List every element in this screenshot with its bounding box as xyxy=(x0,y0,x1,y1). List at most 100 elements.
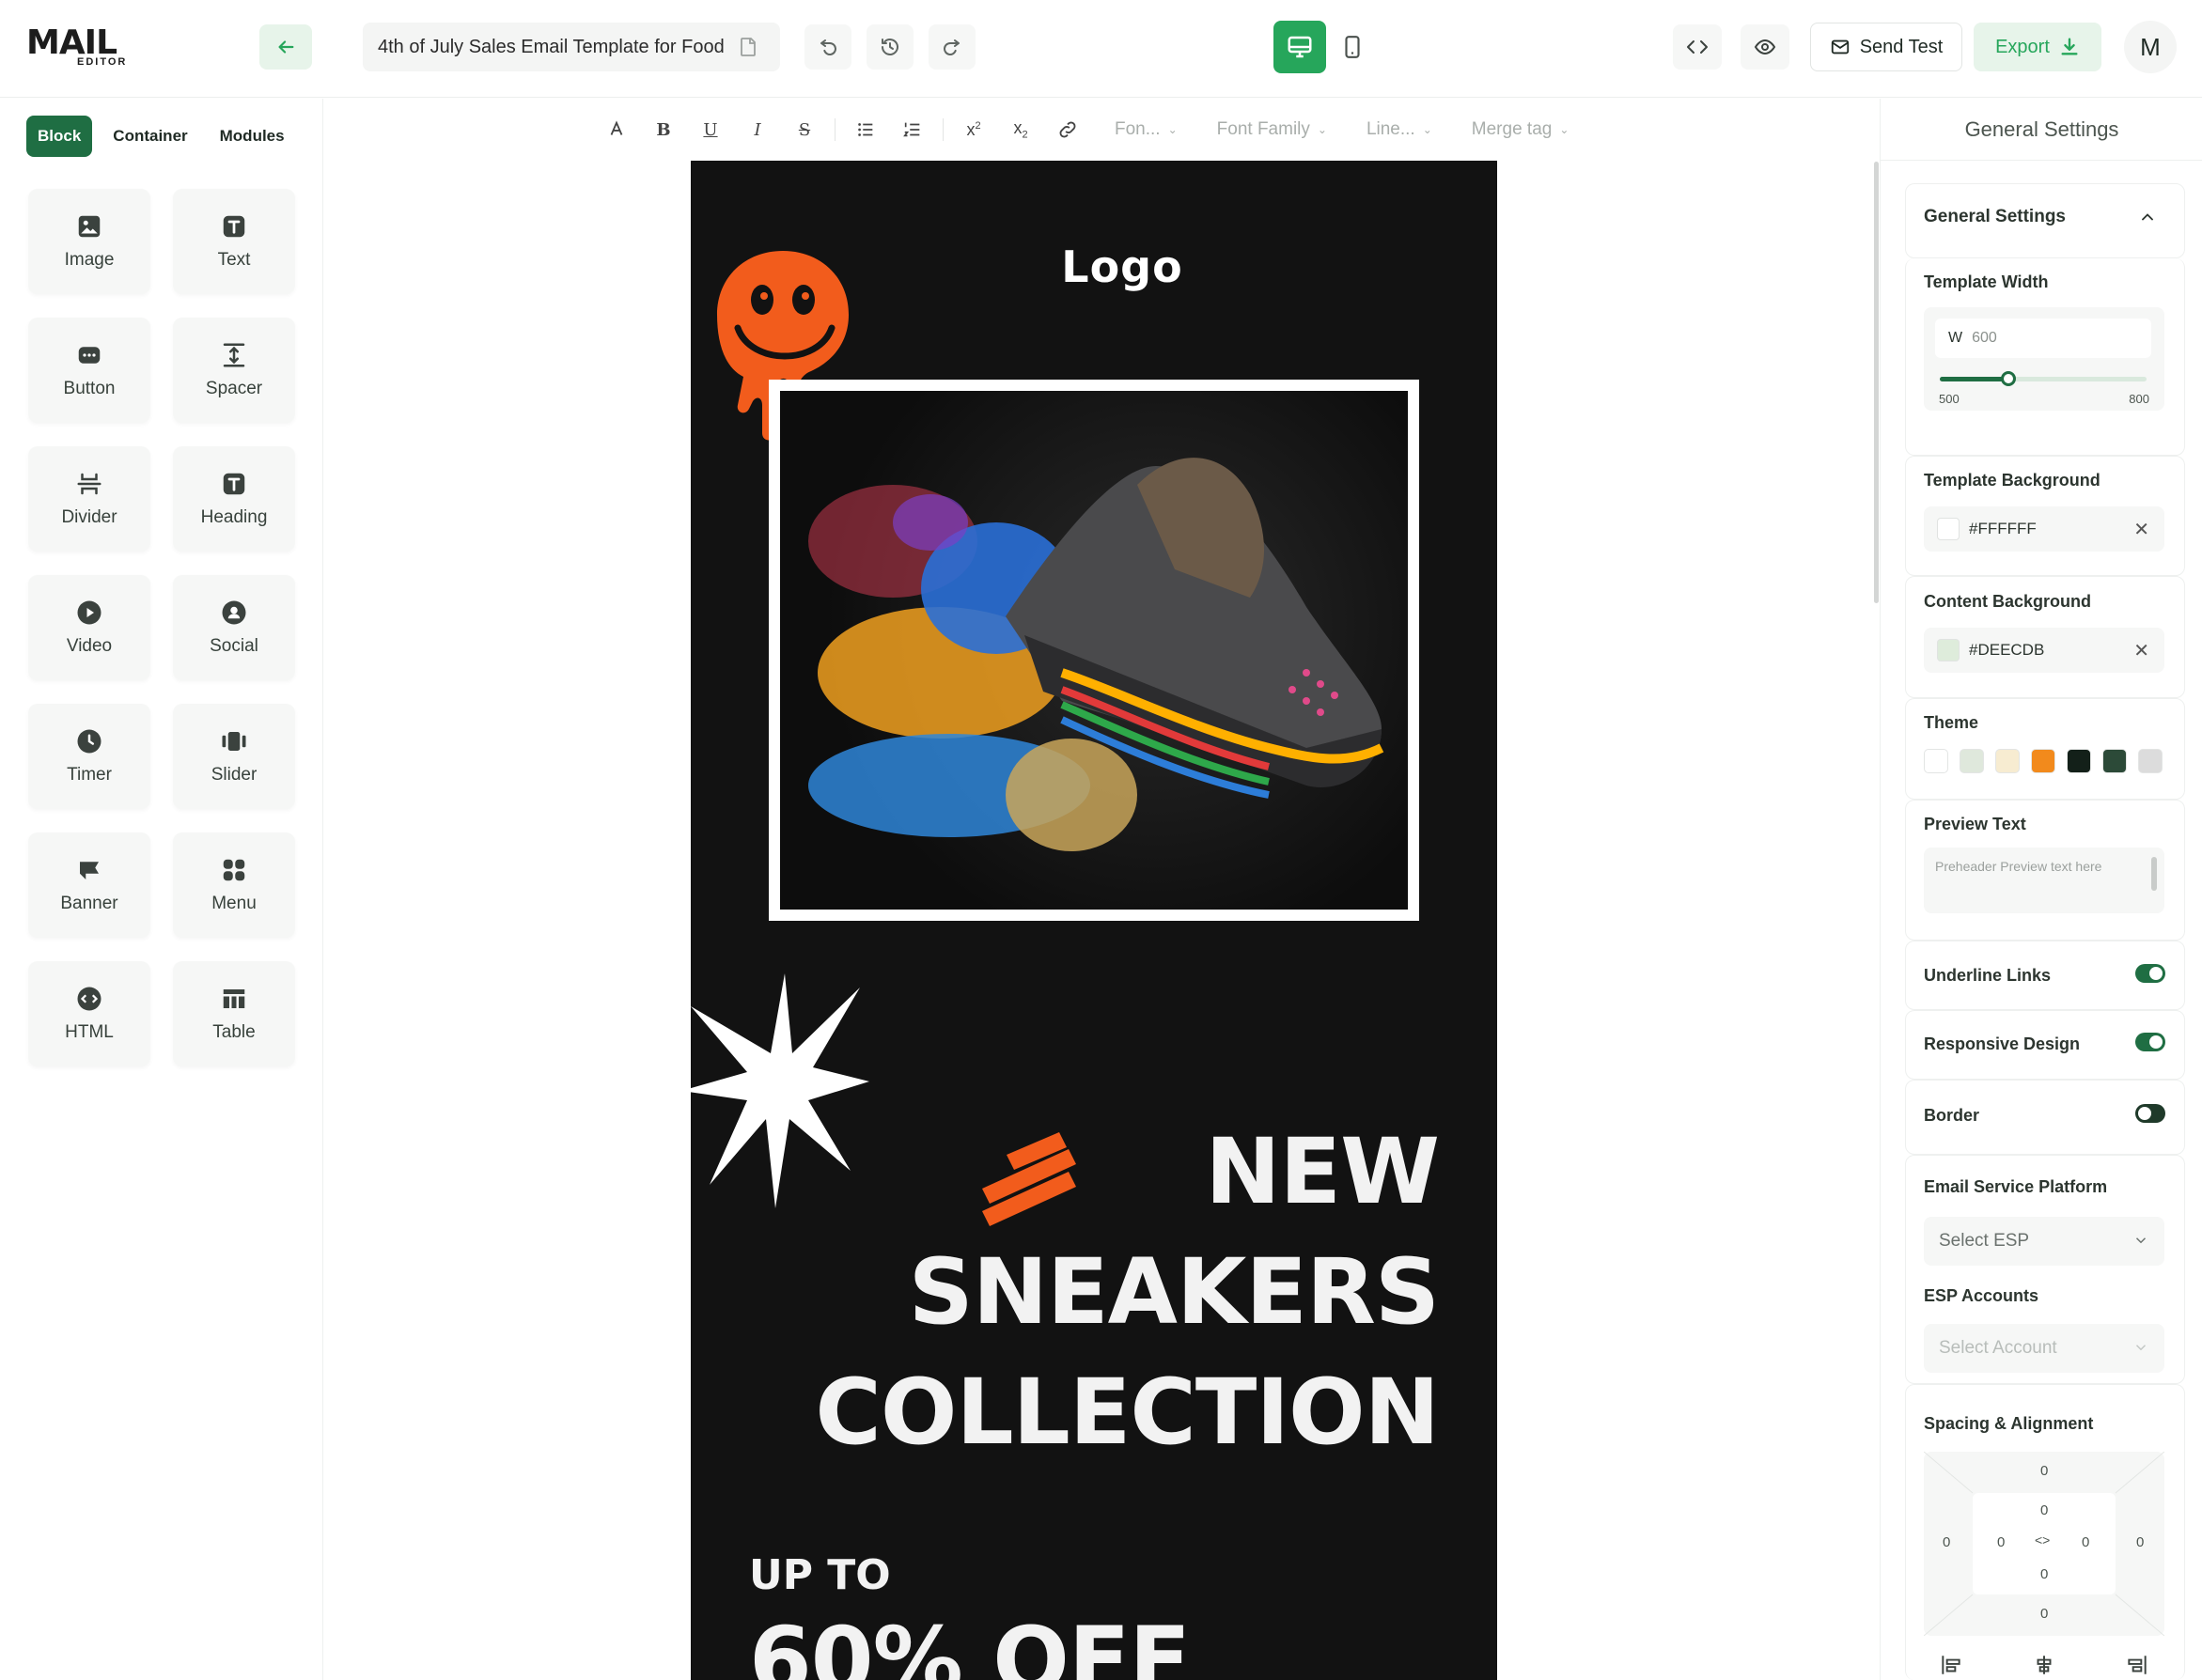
spacing-label: Spacing & Alignment xyxy=(1924,1414,2094,1433)
block-label: Slider xyxy=(211,765,258,785)
history-button[interactable] xyxy=(867,24,914,70)
block-divider[interactable]: Divider xyxy=(28,446,150,552)
superscript-icon: x2 xyxy=(966,119,981,139)
redo-icon xyxy=(944,39,960,55)
template-background-swatch[interactable] xyxy=(1937,518,1960,540)
padding-top-value[interactable]: 0 xyxy=(2040,1502,2048,1518)
theme-swatch[interactable] xyxy=(2067,749,2091,773)
timer-icon xyxy=(77,729,102,754)
block-timer[interactable]: Timer xyxy=(28,704,150,809)
block-slider[interactable]: Slider xyxy=(173,704,295,809)
block-html[interactable]: HTML xyxy=(28,961,150,1066)
clear-icon[interactable]: ✕ xyxy=(2133,518,2149,541)
bullet-list-button[interactable] xyxy=(845,109,886,150)
desktop-view-button[interactable] xyxy=(1273,21,1326,73)
font-color-icon xyxy=(610,120,623,135)
resize-handle[interactable] xyxy=(2151,857,2157,891)
email-preview[interactable]: Logo NEW SNEAKERS COLLECTION UP TO 60% O… xyxy=(691,161,1497,1680)
template-background-field[interactable]: #FFFFFF ✕ xyxy=(1924,506,2164,552)
headline-line: NEW xyxy=(1205,1119,1440,1224)
width-slider-track[interactable] xyxy=(1940,371,2147,386)
clear-icon[interactable]: ✕ xyxy=(2133,639,2149,662)
margin-right-value[interactable]: 0 xyxy=(2136,1534,2144,1550)
template-background-label: Template Background xyxy=(1924,471,2100,490)
preview-button[interactable] xyxy=(1741,24,1789,70)
numbered-list-button[interactable] xyxy=(892,109,933,150)
margin-top-value[interactable]: 0 xyxy=(2040,1463,2048,1479)
align-right-icon[interactable] xyxy=(2125,1653,2149,1677)
slider-icon xyxy=(222,732,246,751)
block-social[interactable]: Social xyxy=(173,575,295,680)
preview-text-input[interactable]: Preheader Preview text here xyxy=(1924,848,2164,913)
headline-line: COLLECTION xyxy=(815,1360,1440,1465)
margin-left-value[interactable]: 0 xyxy=(1943,1534,1950,1550)
mobile-icon xyxy=(1345,36,1360,58)
template-title-input[interactable]: 4th of July Sales Email Template for Foo… xyxy=(363,23,780,71)
settings-panel: General Settings General Settings Templa… xyxy=(1880,99,2202,1680)
width-slider-thumb[interactable] xyxy=(2001,371,2017,386)
underline-links-label: Underline Links xyxy=(1924,966,2052,985)
block-image[interactable]: Image xyxy=(28,189,150,294)
border-toggle[interactable] xyxy=(2135,1104,2165,1123)
theme-swatch[interactable] xyxy=(1995,749,2020,773)
link-spacing-icon[interactable]: <> xyxy=(2035,1532,2050,1548)
font-size-dropdown[interactable]: Fon... ⌄ xyxy=(1101,109,1191,150)
merge-tag-dropdown[interactable]: Merge tag ⌄ xyxy=(1459,109,1583,150)
undo-button[interactable] xyxy=(804,24,851,70)
block-button[interactable]: Button xyxy=(28,318,150,423)
content-background-field[interactable]: #DEECDB ✕ xyxy=(1924,628,2164,673)
mobile-view-button[interactable] xyxy=(1326,21,1379,73)
back-button[interactable] xyxy=(259,24,312,70)
block-banner[interactable]: Banner xyxy=(28,832,150,938)
margin-bottom-value[interactable]: 0 xyxy=(2040,1606,2048,1622)
canvas-scrollbar[interactable] xyxy=(1874,162,1879,603)
line-height-dropdown[interactable]: Line... ⌄ xyxy=(1353,109,1445,150)
redo-button[interactable] xyxy=(929,24,976,70)
user-avatar[interactable]: M xyxy=(2124,21,2177,73)
section-title: General Settings xyxy=(1924,207,2066,226)
esp-account-select[interactable]: Select Account xyxy=(1924,1324,2164,1373)
theme-swatch[interactable] xyxy=(2102,749,2127,773)
align-center-icon[interactable] xyxy=(2032,1653,2056,1677)
export-button[interactable]: Export xyxy=(1974,23,2101,71)
tab-container[interactable]: Container xyxy=(102,116,198,157)
text-color-button[interactable] xyxy=(596,109,637,150)
block-text[interactable]: Text xyxy=(173,189,295,294)
code-view-button[interactable] xyxy=(1673,24,1722,70)
align-left-icon[interactable] xyxy=(1939,1653,1963,1677)
theme-swatch[interactable] xyxy=(2031,749,2055,773)
padding-left-value[interactable]: 0 xyxy=(1997,1534,2005,1550)
theme-swatch[interactable] xyxy=(2138,749,2163,773)
block-spacer[interactable]: Spacer xyxy=(173,318,295,423)
chevron-up-icon[interactable] xyxy=(2138,208,2157,226)
link-icon xyxy=(1059,121,1076,138)
tab-block[interactable]: Block xyxy=(26,116,93,157)
padding-bottom-value[interactable]: 0 xyxy=(2040,1566,2048,1582)
underline-button[interactable]: U xyxy=(690,109,731,150)
strikethrough-button[interactable]: S xyxy=(784,109,825,150)
italic-button[interactable]: I xyxy=(737,109,778,150)
font-family-dropdown[interactable]: Font Family ⌄ xyxy=(1204,109,1340,150)
block-table[interactable]: Table xyxy=(173,961,295,1066)
block-grid: Image Text Button Spacer Divider Heading… xyxy=(28,189,295,1066)
send-test-button[interactable]: Send Test xyxy=(1810,23,1962,71)
block-menu[interactable]: Menu xyxy=(173,832,295,938)
tab-modules[interactable]: Modules xyxy=(209,116,296,157)
template-width-input[interactable]: W 600 xyxy=(1935,319,2151,358)
responsive-design-toggle[interactable] xyxy=(2135,1033,2165,1051)
padding-right-value[interactable]: 0 xyxy=(2082,1534,2089,1550)
content-background-swatch[interactable] xyxy=(1937,639,1960,661)
theme-swatch[interactable] xyxy=(1960,749,1984,773)
theme-swatch[interactable] xyxy=(1924,749,1948,773)
bold-button[interactable]: B xyxy=(643,109,684,150)
chevron-down-icon xyxy=(2135,1237,2147,1244)
block-label: Table xyxy=(212,1022,256,1042)
link-button[interactable] xyxy=(1047,109,1088,150)
block-heading[interactable]: Heading xyxy=(173,446,295,552)
underline-links-toggle[interactable] xyxy=(2135,964,2165,983)
block-video[interactable]: Video xyxy=(28,575,150,680)
superscript-button[interactable]: x2 xyxy=(953,109,994,150)
esp-select[interactable]: Select ESP xyxy=(1924,1217,2164,1266)
hero-image-frame[interactable] xyxy=(769,380,1419,921)
subscript-button[interactable]: x2 xyxy=(1000,109,1041,150)
